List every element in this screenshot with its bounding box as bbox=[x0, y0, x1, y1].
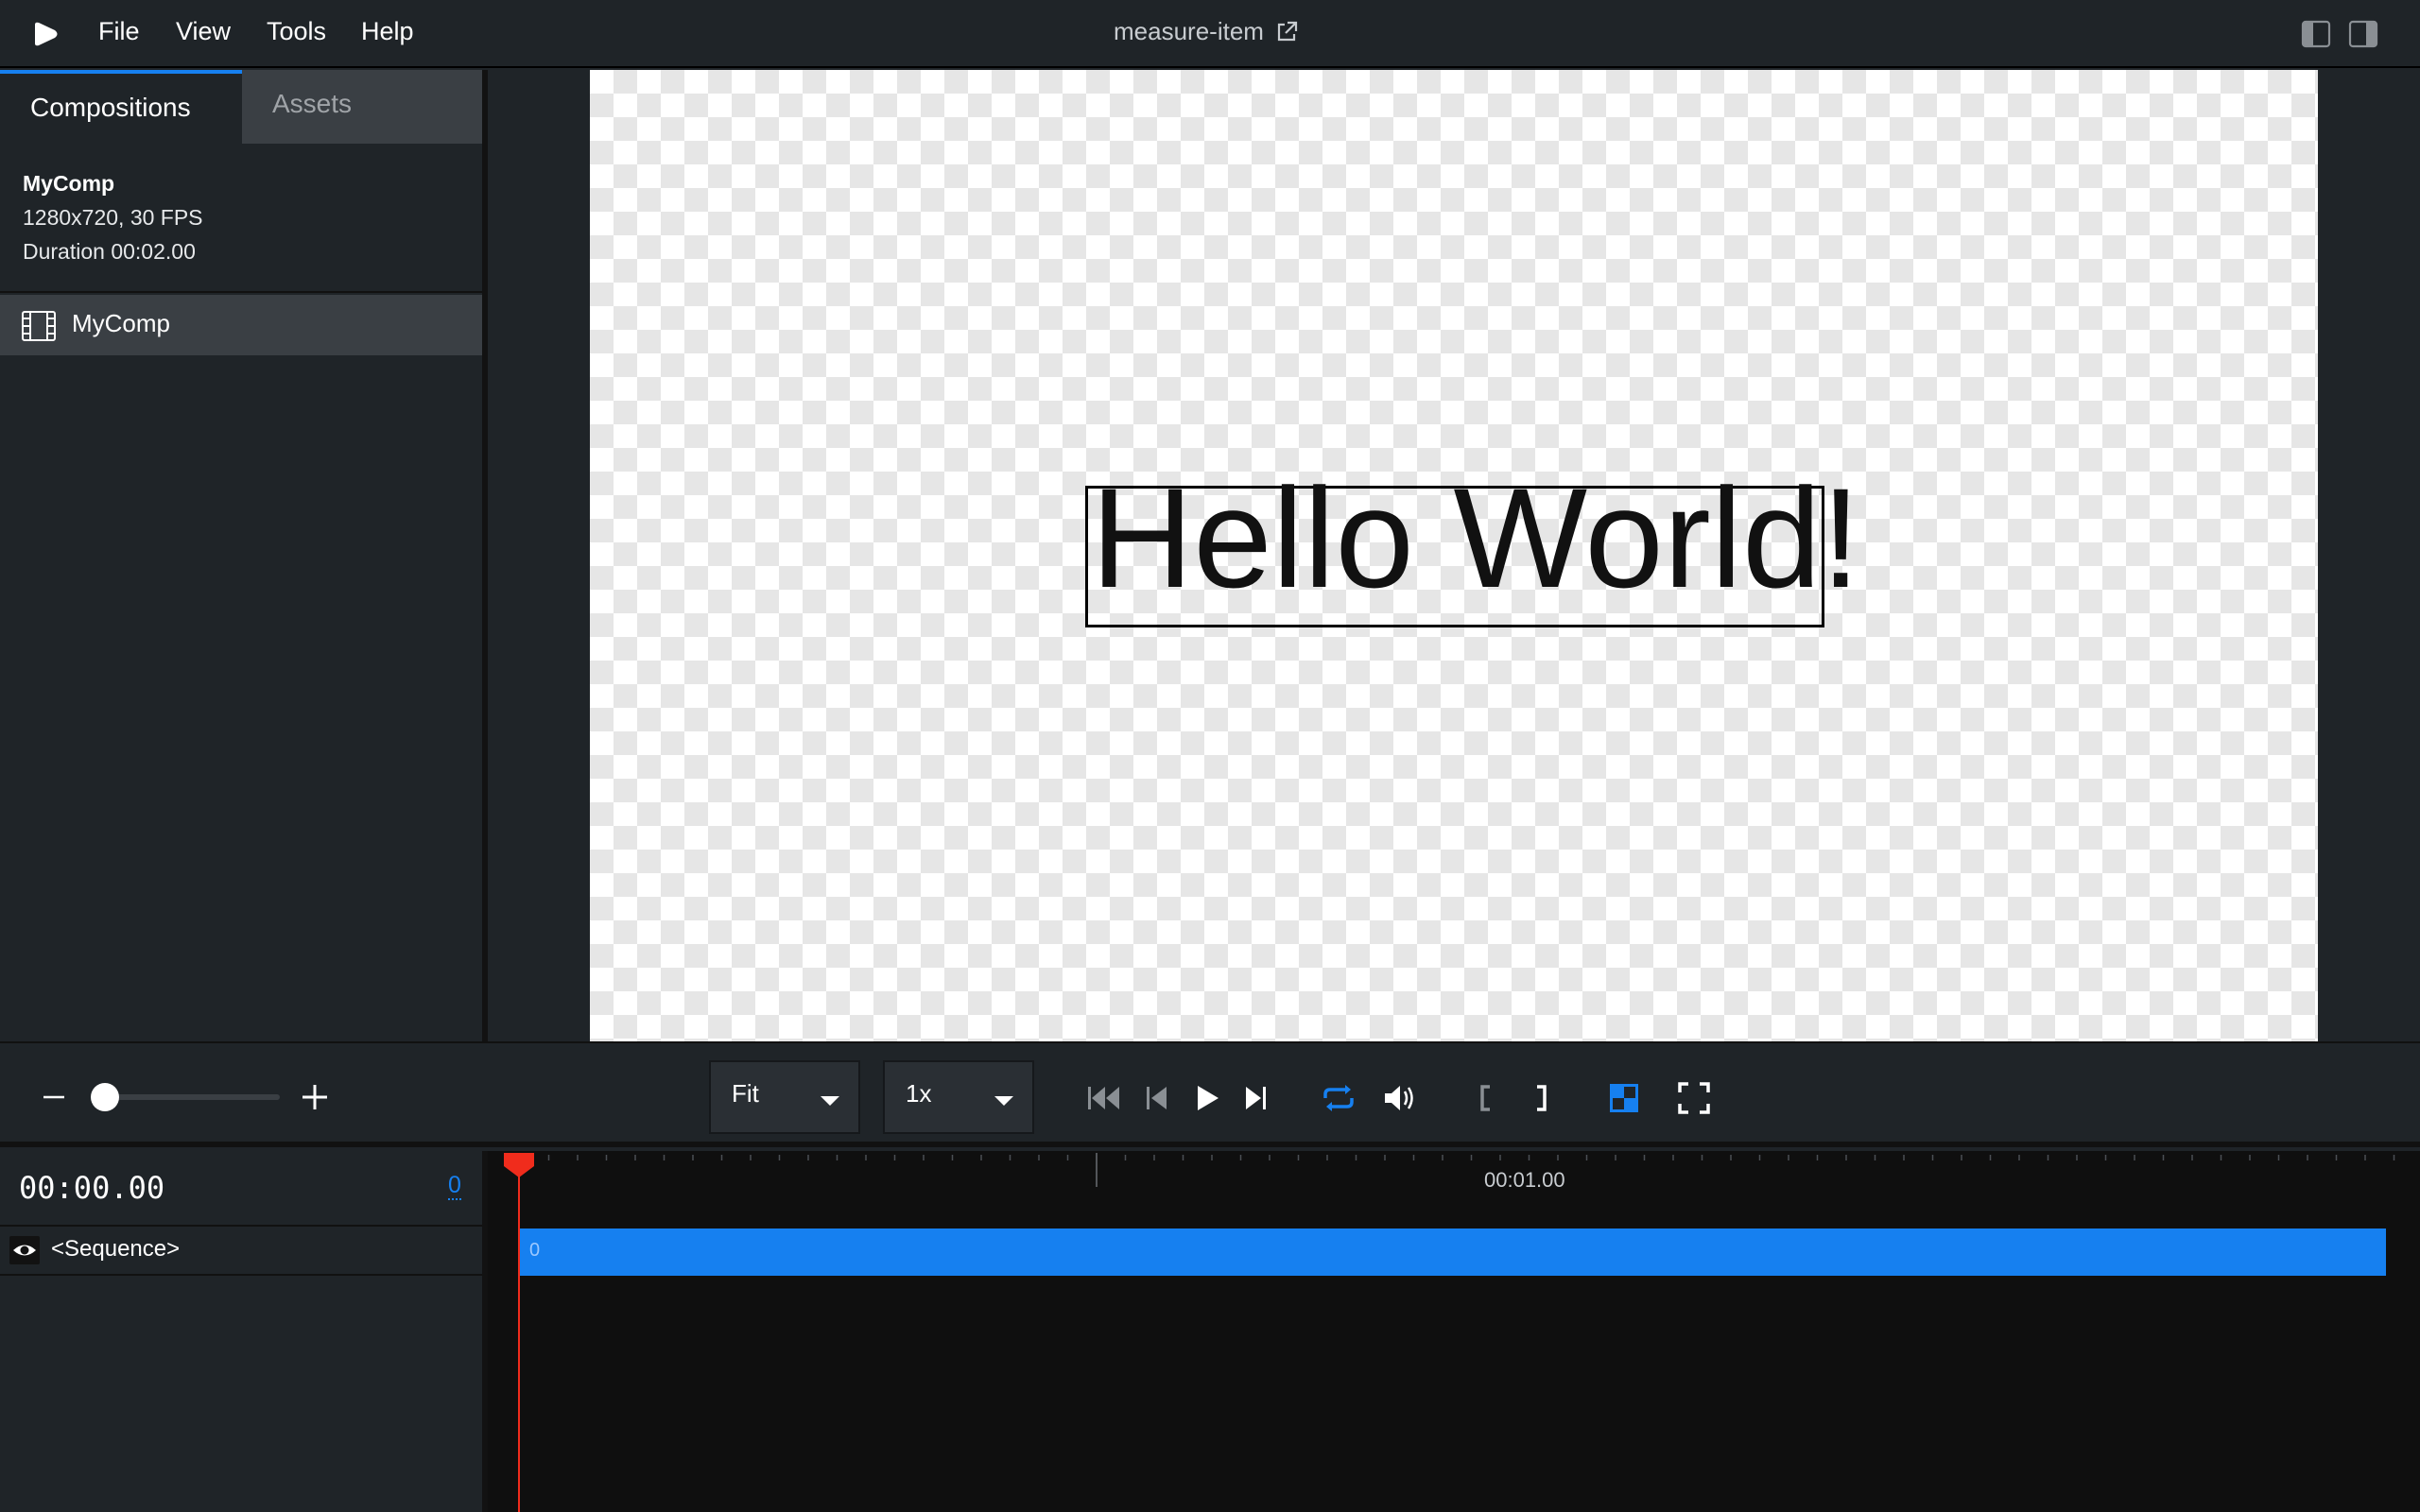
window-title[interactable]: measure-item bbox=[1114, 17, 1264, 46]
checkerboard-toggle-icon[interactable] bbox=[1605, 1079, 1643, 1117]
play-icon[interactable] bbox=[1187, 1079, 1225, 1117]
timeline-track-row[interactable]: <Sequence> bbox=[0, 1227, 482, 1276]
volume-icon[interactable] bbox=[1380, 1079, 1418, 1117]
tab-assets[interactable]: Assets bbox=[242, 70, 482, 144]
tab-compositions[interactable]: Compositions bbox=[0, 70, 242, 144]
external-link-icon[interactable] bbox=[1274, 20, 1299, 44]
out-point-icon[interactable] bbox=[1522, 1079, 1560, 1117]
canvas-text: Hello World! bbox=[1091, 458, 1861, 617]
composition-name: MyComp bbox=[23, 171, 115, 196]
composition-duration: Duration 00:02.00 bbox=[23, 239, 196, 264]
timeline-ruler[interactable] bbox=[488, 1151, 2420, 1227]
composition-list-item-label: MyComp bbox=[72, 309, 171, 337]
timeline-zoom-slider[interactable] bbox=[106, 1094, 280, 1100]
playhead-line[interactable] bbox=[518, 1162, 520, 1512]
chevron-down-icon bbox=[994, 1096, 1013, 1106]
canvas-size-select[interactable]: Fit bbox=[709, 1060, 860, 1134]
fullscreen-icon[interactable] bbox=[1675, 1079, 1713, 1117]
eye-icon[interactable] bbox=[9, 1236, 40, 1264]
sidebar-tabs: Compositions Assets bbox=[0, 70, 482, 144]
timecode: 00:00.00 bbox=[19, 1170, 165, 1206]
zoom-in-icon[interactable] bbox=[301, 1083, 329, 1111]
composition-list-item[interactable]: MyComp bbox=[0, 295, 482, 355]
toggle-left-panel-icon[interactable] bbox=[2301, 19, 2331, 49]
timeline-list: 00:00.00 0 <Sequence> bbox=[0, 1151, 482, 1512]
in-point-icon[interactable] bbox=[1469, 1079, 1507, 1117]
sequence-bar[interactable]: 0 bbox=[520, 1228, 2386, 1276]
composition-info: MyComp 1280x720, 30 FPS Duration 00:02.0… bbox=[23, 166, 203, 268]
preview-area: Hello World! bbox=[488, 70, 2420, 1041]
menu-help[interactable]: Help bbox=[361, 17, 414, 46]
sidebar: Compositions Assets MyComp 1280x720, 30 … bbox=[0, 70, 484, 1041]
film-icon bbox=[22, 311, 56, 341]
menu-tools[interactable]: Tools bbox=[267, 17, 326, 46]
step-back-icon[interactable] bbox=[1138, 1079, 1176, 1117]
track-label: <Sequence> bbox=[51, 1236, 181, 1262]
timeline-zoom-slider-knob[interactable] bbox=[91, 1083, 119, 1111]
playback-rate-select-value: 1x bbox=[906, 1079, 932, 1108]
menu-bar: File View Tools Help measure-item bbox=[0, 0, 2420, 68]
composition-resolution: 1280x720, 30 FPS bbox=[23, 205, 203, 230]
canvas-size-select-value: Fit bbox=[732, 1079, 759, 1108]
frame-number[interactable]: 0 bbox=[448, 1172, 461, 1200]
sequence-bar-label: 0 bbox=[529, 1240, 541, 1261]
menu-view[interactable]: View bbox=[176, 17, 231, 46]
menu-file[interactable]: File bbox=[98, 17, 140, 46]
playback-rate-select[interactable]: 1x bbox=[883, 1060, 1034, 1134]
divider bbox=[0, 291, 482, 293]
playhead-handle-icon[interactable] bbox=[503, 1153, 535, 1177]
jump-to-start-icon[interactable] bbox=[1085, 1079, 1123, 1117]
app-logo-icon bbox=[35, 22, 58, 46]
zoom-out-icon[interactable] bbox=[42, 1085, 66, 1109]
ruler-time-label: 00:01.00 bbox=[1484, 1168, 1565, 1192]
toggle-right-panel-icon[interactable] bbox=[2348, 19, 2378, 49]
preview-canvas[interactable]: Hello World! bbox=[590, 70, 2318, 1041]
loop-icon[interactable] bbox=[1320, 1079, 1357, 1117]
chevron-down-icon bbox=[821, 1096, 839, 1106]
step-forward-icon[interactable] bbox=[1236, 1079, 1274, 1117]
timeline-tracks: 00:01.00 0 bbox=[488, 1151, 2420, 1512]
playback-controls: Fit 1x bbox=[0, 1041, 2420, 1147]
